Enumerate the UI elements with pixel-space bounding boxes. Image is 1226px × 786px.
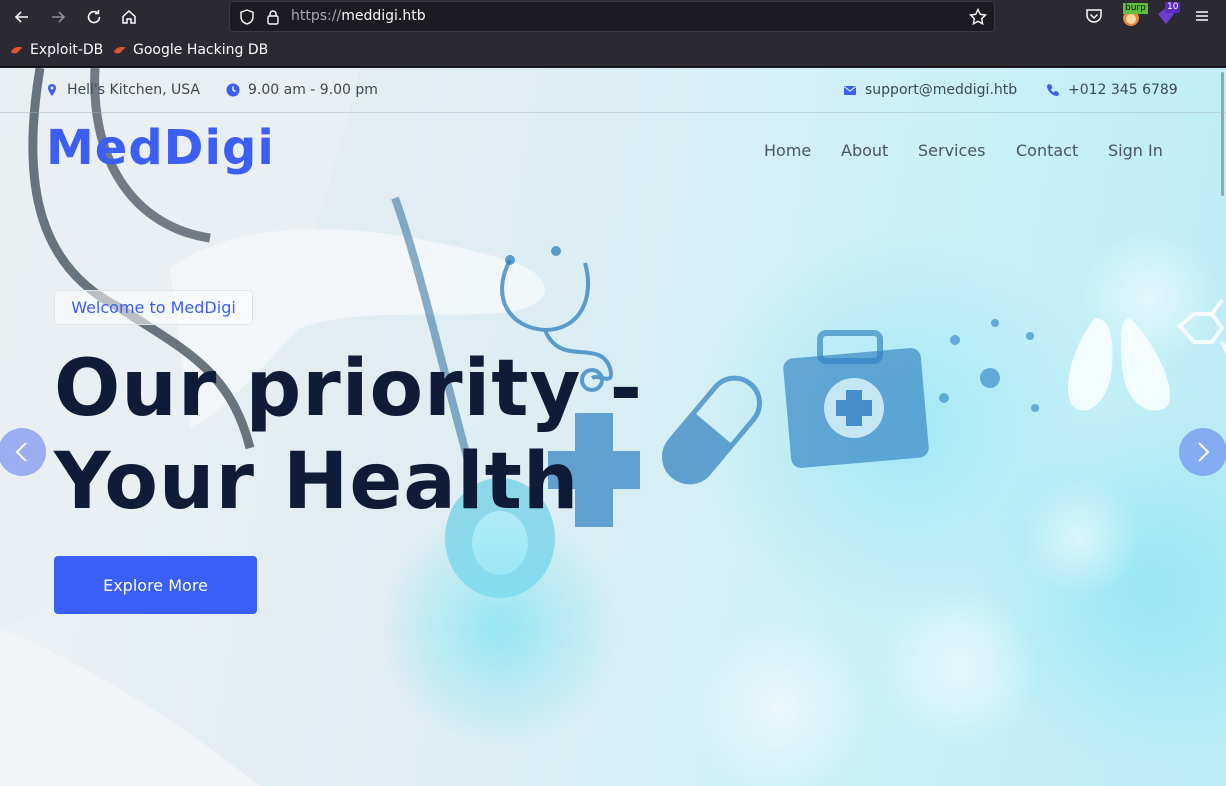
- bookmark-label: Google Hacking DB: [133, 42, 269, 58]
- hero-title-line-2: Your Health: [54, 437, 580, 527]
- nav-about[interactable]: About: [841, 141, 888, 160]
- url-host: meddigi.htb: [341, 8, 426, 24]
- location-text: Hell's Kitchen, USA: [67, 82, 200, 98]
- hours-text: 9.00 am - 9.00 pm: [248, 82, 378, 98]
- nav-services[interactable]: Services: [918, 141, 985, 160]
- chevron-left-icon: [15, 442, 27, 462]
- lock-icon[interactable]: [264, 8, 282, 26]
- welcome-badge: Welcome to MedDigi: [54, 290, 253, 325]
- extension-badge: 10: [1165, 2, 1181, 13]
- reload-icon: [87, 10, 101, 24]
- shield-icon[interactable]: [238, 8, 256, 26]
- brand-logo[interactable]: MedDigi: [46, 120, 275, 176]
- bookmarks-bar: Exploit-DB Google Hacking DB: [0, 34, 1226, 67]
- location-info: Hell's Kitchen, USA: [45, 82, 200, 98]
- webpage: Hell's Kitchen, USA 9.00 am - 9.00 pm su…: [0, 68, 1226, 786]
- hours-info: 9.00 am - 9.00 pm: [226, 82, 378, 98]
- url-text[interactable]: https://meddigi.htb: [291, 8, 426, 24]
- nav-home[interactable]: Home: [764, 141, 811, 160]
- bookmark-label: Exploit-DB: [30, 42, 104, 58]
- burp-extension-icon[interactable]: burp: [1120, 3, 1148, 27]
- email-info: support@meddigi.htb: [843, 82, 1017, 98]
- back-button[interactable]: [9, 4, 35, 30]
- forward-arrow-icon: [52, 11, 66, 23]
- explore-more-button[interactable]: Explore More: [54, 556, 257, 614]
- exploit-db-icon: [11, 47, 23, 54]
- carousel-prev-button[interactable]: [0, 428, 46, 476]
- bookmark-google-hacking-db[interactable]: Google Hacking DB: [113, 42, 268, 58]
- nav-sign-in[interactable]: Sign In: [1108, 141, 1163, 160]
- home-button[interactable]: [116, 4, 142, 30]
- pocket-icon[interactable]: [1083, 5, 1105, 27]
- envelope-icon: [844, 86, 856, 95]
- home-icon: [122, 9, 136, 24]
- email-text: support@meddigi.htb: [865, 82, 1018, 98]
- purple-extension-icon[interactable]: 10: [1155, 2, 1181, 27]
- url-bar[interactable]: https://meddigi.htb: [229, 1, 995, 32]
- nav-contact[interactable]: Contact: [1016, 141, 1078, 160]
- hero-title: Our priority - Your Health: [54, 343, 643, 529]
- hero-title-line-1: Our priority -: [54, 344, 643, 434]
- burp-label: burp: [1123, 3, 1148, 14]
- contact-topbar: Hell's Kitchen, USA 9.00 am - 9.00 pm su…: [0, 68, 1226, 113]
- google-hacking-db-icon: [114, 47, 126, 54]
- phone-info: +012 345 6789: [1046, 82, 1178, 98]
- url-scheme: https://: [291, 8, 342, 24]
- bookmark-exploit-db[interactable]: Exploit-DB: [10, 42, 103, 58]
- reload-button[interactable]: [81, 4, 107, 30]
- back-arrow-icon: [14, 11, 28, 23]
- phone-icon: [1047, 84, 1059, 97]
- phone-text: +012 345 6789: [1068, 82, 1178, 98]
- forward-button[interactable]: [45, 4, 71, 30]
- browser-toolbar: https://meddigi.htb burp 10: [0, 0, 1226, 34]
- bookmark-star-icon[interactable]: [968, 7, 988, 27]
- clock-icon: [226, 83, 240, 97]
- chevron-right-icon: [1198, 442, 1210, 462]
- map-marker-icon: [48, 84, 56, 96]
- carousel-next-button[interactable]: [1179, 428, 1226, 476]
- menu-hamburger-icon[interactable]: [1191, 5, 1213, 27]
